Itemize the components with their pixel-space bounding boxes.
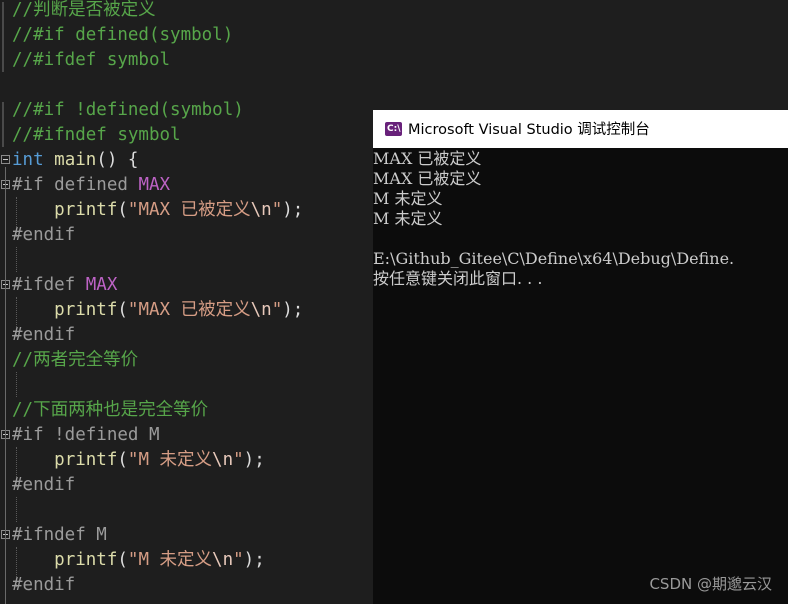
code-token-plain: ); [243, 450, 265, 470]
indent-guide [16, 247, 17, 272]
code-token-plain: ( [117, 200, 128, 220]
code-line[interactable]: printf("MAX 已被定义\n"); [12, 198, 303, 223]
code-token-macro: MAX [138, 175, 171, 195]
code-token-pp: #endif [12, 575, 76, 595]
code-line[interactable]: //#if defined(symbol) [12, 23, 233, 48]
code-line[interactable]: #endif [12, 573, 75, 598]
code-line[interactable]: #endif [12, 323, 75, 348]
code-line[interactable]: printf("M 未定义\n"); [12, 448, 265, 473]
code-token-plain: ); [282, 200, 304, 220]
code-token-str: "M 未定义 [127, 550, 213, 570]
code-token-comment: //#ifndef symbol [12, 125, 181, 145]
code-token-plain: ( [117, 550, 128, 570]
code-token-pp: #endif [12, 475, 76, 495]
code-token-plain: ); [282, 300, 304, 320]
code-token-fn: printf [54, 550, 118, 570]
code-token-fn: main [54, 150, 97, 170]
debug-console-window[interactable]: C:\ Microsoft Visual Studio 调试控制台 MAX 已被… [373, 110, 788, 604]
code-token-pp: #endif [12, 225, 76, 245]
code-token-comment: //两者完全等价 [12, 350, 139, 370]
code-line[interactable]: printf("MAX 已被定义\n"); [12, 298, 303, 323]
console-output-line: MAX 已被定义 [373, 169, 482, 188]
code-line[interactable]: //判断是否被定义 [12, 0, 156, 23]
code-token-pp: #endif [12, 325, 76, 345]
code-token-str: " [233, 550, 244, 570]
fold-region-bar [5, 167, 6, 604]
code-token-str: "MAX 已被定义 [127, 200, 251, 220]
code-token-pp: #ifndef M [12, 525, 107, 545]
indent-guide [16, 372, 17, 397]
code-line[interactable]: printf("M 未定义\n"); [12, 548, 265, 573]
code-line[interactable]: #if !defined M [12, 423, 160, 448]
code-line[interactable]: #endif [12, 473, 75, 498]
code-token-plain: ); [243, 550, 265, 570]
console-title-bar[interactable]: C:\ Microsoft Visual Studio 调试控制台 [373, 110, 788, 148]
code-token-macro: MAX [85, 275, 118, 295]
code-token-fn: printf [54, 450, 118, 470]
code-line[interactable]: //#if !defined(symbol) [12, 98, 244, 123]
code-token-pp: #if defined [12, 175, 139, 195]
code-token-str: " [233, 450, 244, 470]
console-output-line: MAX 已被定义 [373, 149, 482, 168]
code-token-plain: ( [117, 300, 128, 320]
indent-guide [16, 497, 17, 522]
code-token-kw: int [12, 150, 44, 170]
code-token-plain: () { [96, 150, 139, 170]
code-token-plain: ( [117, 450, 128, 470]
console-title: Microsoft Visual Studio 调试控制台 [408, 122, 650, 138]
code-token-comment: //判断是否被定义 [12, 0, 156, 20]
code-line[interactable]: #ifndef M [12, 523, 107, 548]
code-line[interactable]: //#ifdef symbol [12, 48, 170, 73]
code-token-str: " [271, 200, 283, 220]
code-token-fn: printf [54, 200, 118, 220]
code-token-esc: \n [250, 300, 272, 320]
visual-studio-console-icon: C:\ [385, 122, 402, 136]
code-token-esc: \n [250, 200, 272, 220]
code-token-str: "M 未定义 [127, 450, 213, 470]
code-line[interactable]: //下面两种也是完全等价 [12, 398, 208, 423]
code-token-comment: //下面两种也是完全等价 [12, 400, 209, 420]
console-output-line: M 未定义 [373, 209, 443, 228]
fold-collapse-icon[interactable] [1, 155, 10, 164]
code-line[interactable]: #ifdef MAX [12, 273, 117, 298]
comment-block-bar [2, 2, 4, 72]
code-line[interactable]: int main() { [12, 148, 138, 173]
console-output-line: M 未定义 [373, 189, 443, 208]
code-token-esc: \n [212, 550, 234, 570]
code-token-pp: #ifdef [12, 275, 86, 295]
code-token-esc: \n [212, 450, 234, 470]
code-token-comment: //#ifdef symbol [12, 50, 171, 70]
code-token-str: "MAX 已被定义 [127, 300, 251, 320]
code-token-comment: //#if !defined(symbol) [12, 100, 244, 120]
code-token-comment: //#if defined(symbol) [12, 25, 234, 45]
watermark: CSDN @期邈云汉 [649, 575, 772, 593]
code-line[interactable]: //两者完全等价 [12, 348, 138, 373]
code-line[interactable]: #if defined MAX [12, 173, 170, 198]
console-output-line: E:\Github_Gitee\C\Define\x64\Debug\Defin… [373, 249, 735, 268]
console-output-line: 按任意键关闭此窗口. . . [373, 269, 543, 288]
code-token-pp: #if !defined M [12, 425, 160, 445]
code-token-str: " [271, 300, 283, 320]
comment-block-bar [2, 102, 4, 147]
code-line[interactable]: //#ifndef symbol [12, 123, 181, 148]
code-line[interactable]: #endif [12, 223, 75, 248]
code-token-fn: printf [54, 300, 118, 320]
